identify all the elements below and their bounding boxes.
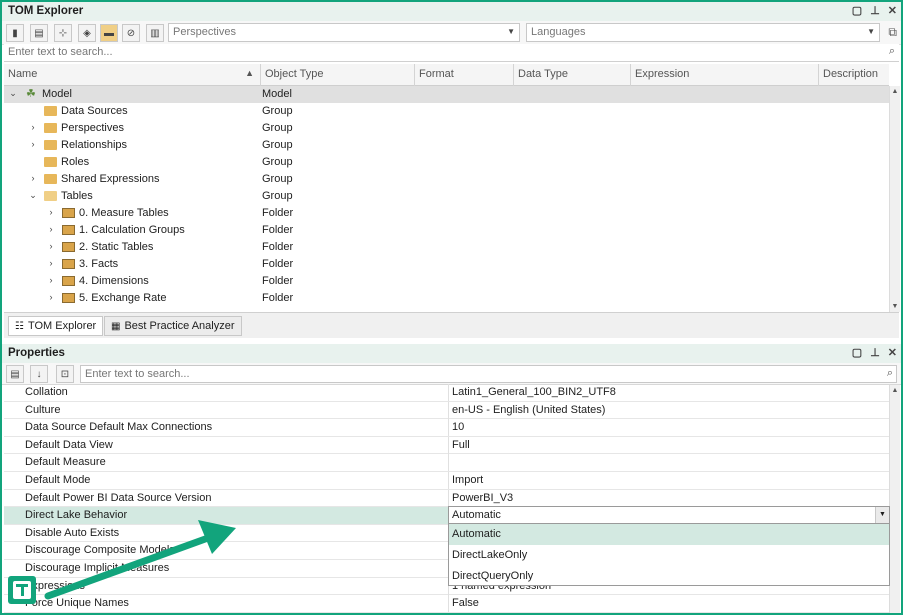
- window-frame: TOM Explorer ▢ ⊥ ✕ ▮ ▤ ⊹ ◈ ▬ ⊘ ▥ Perspec…: [0, 0, 903, 615]
- tabular-logo-icon: [8, 576, 36, 604]
- logo-mark: [13, 581, 31, 599]
- annotation-arrow: [44, 520, 236, 600]
